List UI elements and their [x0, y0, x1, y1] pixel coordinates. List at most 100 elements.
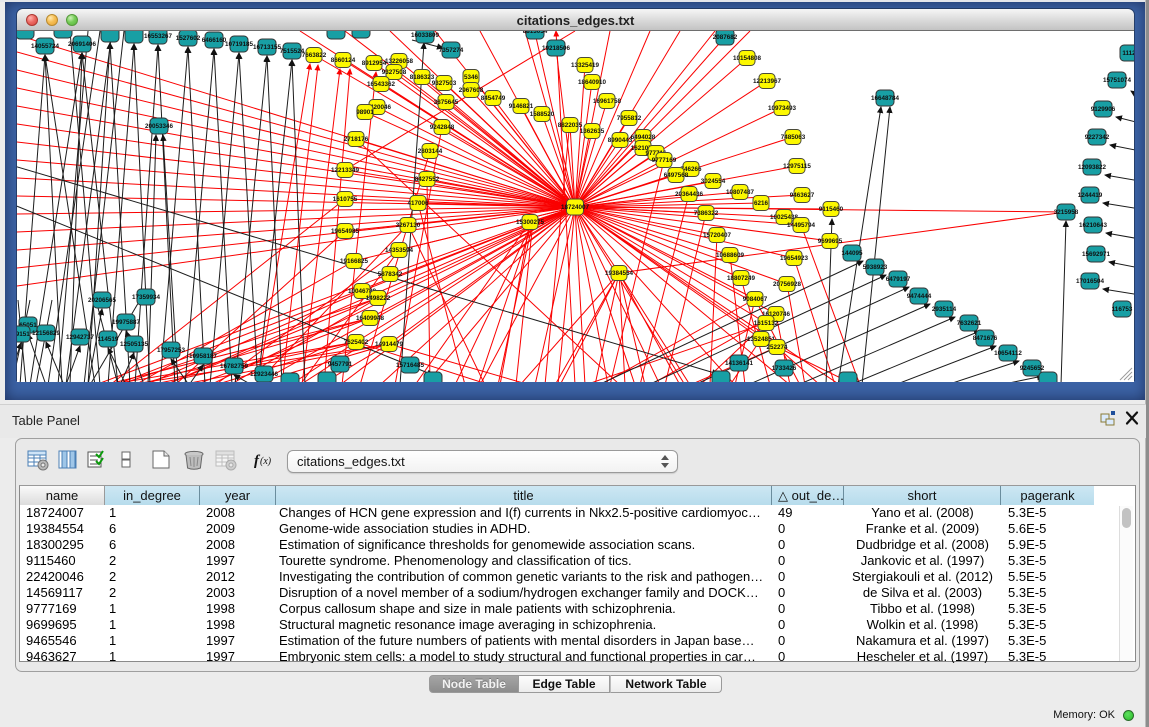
svg-text:7625402: 7625402: [344, 339, 369, 346]
svg-text:8990443: 8990443: [608, 137, 633, 144]
svg-text:9699695: 9699695: [818, 238, 843, 245]
svg-text:12213967: 12213967: [753, 78, 782, 85]
svg-text:17957253: 17957253: [157, 347, 186, 354]
svg-text:18807249: 18807249: [727, 275, 756, 282]
svg-text:15300275: 15300275: [516, 219, 545, 226]
svg-text:14353594: 14353594: [385, 247, 414, 254]
svg-text:1498222: 1498222: [366, 295, 391, 302]
svg-text:18724007: 18724007: [561, 204, 590, 211]
svg-text:12156829: 12156829: [32, 330, 61, 337]
svg-text:17359934: 17359934: [132, 294, 161, 301]
svg-text:17016504: 17016504: [1076, 278, 1105, 285]
svg-text:1244419: 1244419: [1078, 192, 1103, 199]
svg-text:10719185: 10719185: [225, 41, 254, 48]
svg-text:19975887: 19975887: [112, 319, 141, 326]
svg-text:7632621: 7632621: [957, 320, 982, 327]
svg-text:39151: 39151: [17, 331, 30, 338]
svg-text:9777169: 9777169: [652, 157, 677, 164]
svg-text:9463627: 9463627: [790, 192, 815, 199]
svg-text:16782759: 16782759: [220, 363, 249, 370]
svg-text:16033809: 16033809: [411, 32, 440, 39]
svg-text:2967608: 2967608: [459, 87, 484, 94]
svg-text:1615132: 1615132: [754, 320, 779, 327]
svg-text:16553267: 16553267: [144, 33, 173, 40]
svg-text:417006: 417006: [407, 200, 429, 207]
svg-text:7485063: 7485063: [781, 134, 806, 141]
svg-text:7386322: 7386322: [694, 210, 719, 217]
svg-text:10958187: 10958187: [189, 353, 218, 360]
svg-text:20053346: 20053346: [145, 123, 174, 130]
svg-text:5878342: 5878342: [378, 271, 403, 278]
svg-text:15716485: 15716485: [396, 362, 425, 369]
svg-text:9115460: 9115460: [819, 206, 844, 213]
svg-text:9129906: 9129906: [1091, 106, 1116, 113]
svg-text:8813054: 8813054: [523, 31, 548, 35]
svg-text:14495794: 14495794: [787, 222, 816, 229]
svg-text:19384554: 19384554: [605, 270, 634, 277]
svg-text:8660124: 8660124: [331, 57, 356, 64]
svg-text:8471676: 8471676: [973, 335, 998, 342]
svg-text:14055724: 14055724: [31, 43, 60, 50]
svg-text:1362635: 1362635: [580, 128, 605, 135]
svg-text:20756928: 20756928: [773, 281, 802, 288]
svg-text:14136141: 14136141: [725, 360, 754, 367]
svg-text:16543362: 16543362: [367, 81, 396, 88]
svg-text:10807487: 10807487: [726, 189, 755, 196]
svg-text:19654985: 19654985: [331, 228, 360, 235]
svg-text:144095: 144095: [841, 250, 863, 257]
svg-text:(x): (x): [260, 456, 272, 467]
svg-text:7663822: 7663822: [302, 52, 327, 59]
svg-text:2935114: 2935114: [932, 306, 957, 313]
svg-text:116753: 116753: [1112, 306, 1133, 313]
svg-text:8427552: 8427552: [415, 176, 440, 183]
svg-text:12213349: 12213349: [331, 167, 360, 174]
svg-text:3024554: 3024554: [701, 178, 726, 185]
svg-text:114519: 114519: [98, 336, 119, 343]
svg-text:15692971: 15692971: [1082, 251, 1111, 258]
svg-text:15751074: 15751074: [1103, 77, 1132, 84]
svg-text:12975115: 12975115: [783, 163, 811, 170]
svg-text:8912954: 8912954: [362, 60, 387, 67]
svg-text:2718176: 2718176: [344, 136, 369, 143]
svg-text:6479197: 6479197: [886, 276, 911, 283]
svg-text:10688609: 10688609: [716, 252, 745, 259]
svg-text:3875645: 3875645: [434, 99, 459, 106]
svg-text:6216: 6216: [754, 200, 769, 207]
svg-text:10154808: 10154808: [733, 55, 762, 62]
svg-text:9245652: 9245652: [1020, 365, 1045, 372]
svg-text:20206565: 20206565: [88, 297, 117, 304]
svg-text:9227342: 9227342: [1085, 134, 1110, 141]
svg-text:9242848: 9242848: [430, 124, 455, 131]
svg-text:12942737: 12942737: [66, 334, 95, 341]
svg-text:1588520: 1588520: [530, 111, 555, 118]
svg-text:9084067: 9084067: [743, 296, 768, 303]
svg-text:16409948: 16409948: [356, 315, 385, 322]
svg-text:9327508: 9327508: [382, 69, 407, 76]
svg-text:1610755: 1610755: [333, 196, 358, 203]
svg-text:16961758: 16961758: [593, 98, 622, 105]
svg-text:2803144: 2803144: [418, 148, 443, 155]
svg-text:3267130: 3267130: [396, 222, 421, 229]
svg-text:9327503: 9327503: [432, 80, 457, 87]
svg-text:6466160: 6466160: [202, 37, 227, 44]
svg-text:7955812: 7955812: [617, 115, 642, 122]
svg-text:2087682: 2087682: [713, 34, 738, 41]
svg-text:10973493: 10973493: [768, 105, 797, 112]
svg-text:12923446: 12923446: [250, 371, 279, 378]
svg-text:16210643: 16210643: [1079, 222, 1108, 229]
svg-text:1733426: 1733426: [772, 365, 797, 372]
svg-text:20691406: 20691406: [68, 41, 97, 48]
svg-text:19166825: 19166825: [340, 258, 369, 265]
svg-text:98901: 98901: [356, 109, 374, 116]
svg-text:5938923: 5938923: [863, 264, 888, 271]
svg-text:9457791: 9457791: [328, 361, 353, 368]
svg-text:7357274: 7357274: [439, 47, 464, 54]
svg-text:19218506: 19218506: [542, 45, 571, 52]
svg-text:1527602: 1527602: [176, 35, 201, 42]
svg-text:8454749: 8454749: [481, 95, 506, 102]
svg-text:9146821: 9146821: [509, 103, 534, 110]
svg-text:13325419: 13325419: [571, 62, 600, 69]
svg-text:10654112: 10654112: [994, 350, 1022, 357]
svg-text:18640910: 18640910: [578, 79, 607, 86]
svg-text:16713155: 16713155: [253, 44, 282, 51]
